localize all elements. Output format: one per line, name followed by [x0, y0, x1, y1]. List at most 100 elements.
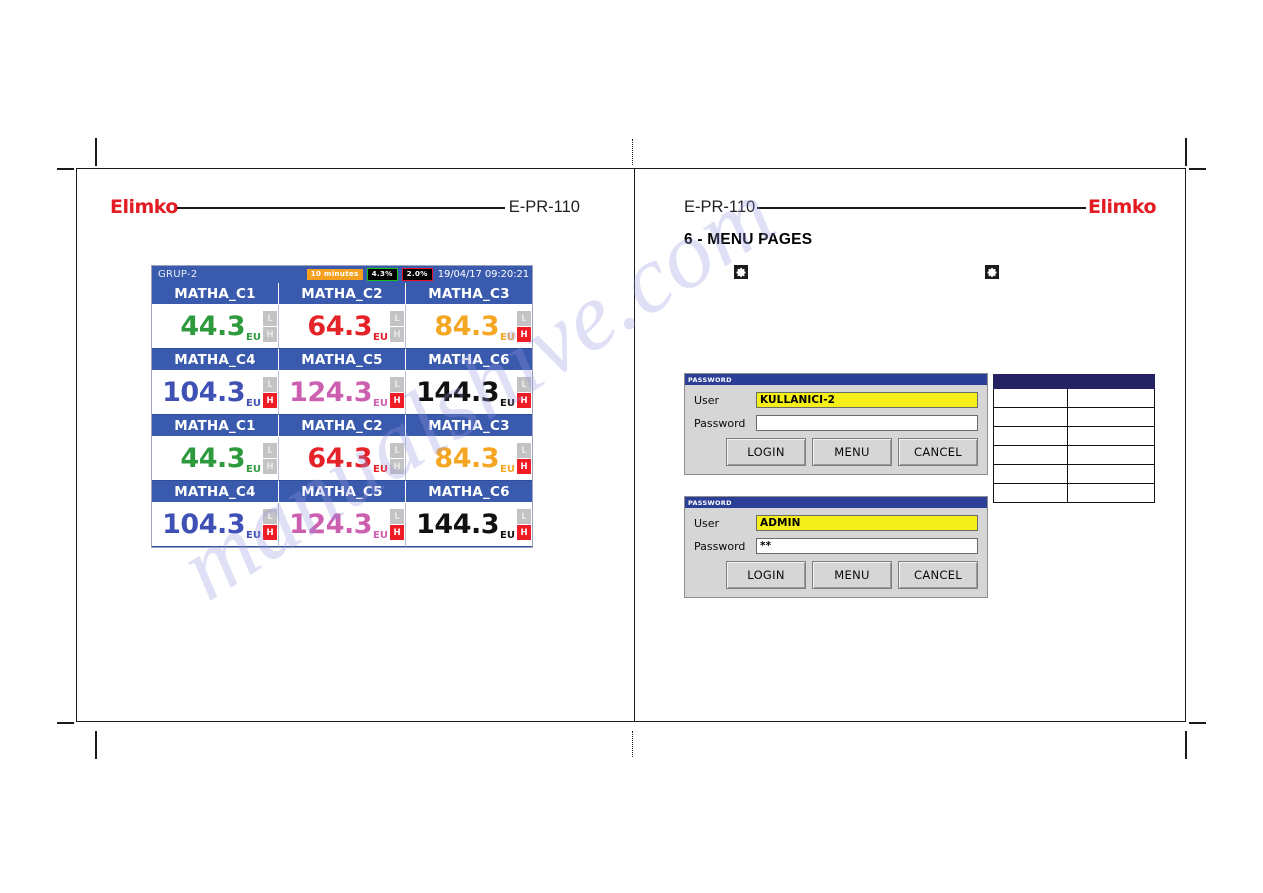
user-input[interactable]: KULLANICI-2	[756, 392, 978, 408]
user-input[interactable]: ADMIN	[756, 515, 978, 531]
table-cell[interactable]	[992, 407, 1069, 427]
channel-tag[interactable]: MATHA_C6	[406, 481, 532, 503]
table-cell[interactable]	[992, 483, 1069, 503]
channel-value: 64.3	[307, 311, 373, 342]
channel-unit: EU	[246, 530, 261, 541]
high-alarm-indicator: H	[517, 393, 531, 408]
password-input[interactable]: **	[756, 538, 978, 554]
channel-tag[interactable]: MATHA_C5	[279, 349, 406, 371]
channel-tag[interactable]: MATHA_C1	[152, 415, 279, 437]
table-cell[interactable]	[1067, 445, 1155, 465]
password-input[interactable]	[756, 415, 978, 431]
channel-tag[interactable]: MATHA_C4	[152, 481, 279, 503]
channel-value-cell[interactable]: 64.3 EU L H	[279, 305, 406, 349]
channel-tag-row: MATHA_C4 MATHA_C5 MATHA_C6	[152, 481, 532, 503]
user-label: User	[694, 393, 720, 407]
low-alarm-indicator: L	[517, 509, 531, 524]
table-cell[interactable]	[992, 445, 1069, 465]
menu-button[interactable]: MENU	[812, 561, 892, 589]
password-dialog: PASSWORD User ADMIN Password ** LOGIN MENU CANC…	[684, 496, 988, 598]
gear-icon-left	[734, 265, 748, 279]
channel-tag[interactable]: MATHA_C5	[279, 481, 406, 503]
channel-value-cell[interactable]: 144.3 EU L H	[406, 503, 532, 547]
channel-tag[interactable]: MATHA_C4	[152, 349, 279, 371]
channel-unit: EU	[373, 530, 388, 541]
channel-unit: EU	[246, 332, 261, 343]
table-cell[interactable]	[1067, 426, 1155, 446]
password-field-row: Password **	[694, 538, 978, 554]
crop-mark-left-bottom	[57, 722, 74, 724]
channel-row: MATHA_C4 MATHA_C5 MATHA_C6 104.3 EU L H 124.3 EU…	[152, 481, 532, 547]
high-alarm-indicator: H	[263, 525, 277, 540]
low-alarm-indicator: L	[263, 377, 277, 392]
header-rule-right	[757, 206, 1087, 209]
channel-row: MATHA_C4 MATHA_C5 MATHA_C6 104.3 EU L H 124.3 EU…	[152, 349, 532, 415]
table-cell[interactable]	[1067, 483, 1155, 503]
channel-value-cell[interactable]: 44.3 EU L H	[152, 437, 279, 481]
channel-tag[interactable]: MATHA_C1	[152, 283, 279, 305]
user-field-row: User ADMIN	[694, 515, 978, 531]
channel-value-row: 104.3 EU L H 124.3 EU L H 144.3 EU L H	[152, 371, 532, 415]
channel-value-cell[interactable]: 44.3 EU L H	[152, 305, 279, 349]
table-cell[interactable]	[992, 388, 1069, 408]
datetime-display: 19/04/17 09:20:21	[437, 269, 529, 280]
crop-mark-left-top	[57, 168, 74, 170]
channel-value-cell[interactable]: 144.3 EU L H	[406, 371, 532, 415]
cancel-button[interactable]: CANCEL	[898, 438, 978, 466]
channel-tag[interactable]: MATHA_C2	[279, 415, 406, 437]
table-cell[interactable]	[1067, 388, 1155, 408]
device-screen: GRUP-2 10 minutes 4.3% 2.0% 19/04/17 09:20…	[151, 265, 533, 548]
table-cell[interactable]	[992, 426, 1069, 446]
channel-tag[interactable]: MATHA_C3	[406, 283, 532, 305]
channel-unit: EU	[500, 464, 515, 475]
channel-value-cell[interactable]: 64.3 EU L H	[279, 437, 406, 481]
low-alarm-indicator: L	[390, 443, 404, 458]
low-alarm-indicator: L	[517, 311, 531, 326]
gear-icon-right	[985, 265, 999, 279]
high-alarm-indicator: H	[517, 525, 531, 540]
channel-unit: EU	[500, 332, 515, 343]
channel-value-cell[interactable]: 84.3 EU L H	[406, 305, 532, 349]
channel-unit: EU	[373, 332, 388, 343]
channel-unit: EU	[246, 398, 261, 409]
login-button[interactable]: LOGIN	[726, 438, 806, 466]
channel-value-cell[interactable]: 104.3 EU L H	[152, 503, 279, 547]
low-alarm-indicator: L	[390, 509, 404, 524]
low-alarm-indicator: L	[390, 377, 404, 392]
channel-row: MATHA_C1 MATHA_C2 MATHA_C3 44.3 EU L H 64.3 EU L H…	[152, 283, 532, 349]
header-rule-left	[176, 206, 505, 209]
table-row	[992, 445, 1155, 465]
table-cell[interactable]	[1067, 464, 1155, 484]
channel-tag[interactable]: MATHA_C6	[406, 349, 532, 371]
high-alarm-indicator: H	[263, 393, 277, 408]
dialog-body: User KULLANICI-2 Password LOGIN MENU CANCEL	[685, 385, 987, 474]
channel-tag[interactable]: MATHA_C3	[406, 415, 532, 437]
page-spine	[634, 168, 636, 722]
login-button[interactable]: LOGIN	[726, 561, 806, 589]
table-cell[interactable]	[992, 464, 1069, 484]
channel-tag[interactable]: MATHA_C2	[279, 283, 406, 305]
model-code-right: E-PR-110	[684, 198, 756, 216]
channel-value: 124.3	[289, 377, 373, 408]
table-row	[992, 464, 1155, 484]
cancel-button[interactable]: CANCEL	[898, 561, 978, 589]
low-alarm-indicator: L	[263, 443, 277, 458]
channel-value-cell[interactable]: 104.3 EU L H	[152, 371, 279, 415]
high-alarm-indicator: H	[390, 393, 404, 408]
channel-value-cell[interactable]: 84.3 EU L H	[406, 437, 532, 481]
header-left: Elimko E-PR-110	[110, 198, 580, 217]
side-table-col-0	[992, 374, 1069, 389]
channel-row: MATHA_C1 MATHA_C2 MATHA_C3 44.3 EU L H 64.3 EU L H…	[152, 415, 532, 481]
crop-mark-bottom-left	[95, 731, 97, 759]
channel-unit: EU	[500, 530, 515, 541]
side-table	[992, 374, 1155, 503]
header-right: E-PR-110 Elimko	[684, 198, 1156, 217]
menu-button[interactable]: MENU	[812, 438, 892, 466]
model-code-left: E-PR-110	[508, 198, 580, 216]
channel-value-cell[interactable]: 124.3 EU L H	[279, 503, 406, 547]
crop-mark-top-center	[632, 139, 634, 165]
channel-value-cell[interactable]: 124.3 EU L H	[279, 371, 406, 415]
high-alarm-indicator: H	[517, 459, 531, 474]
table-cell[interactable]	[1067, 407, 1155, 427]
channel-value: 64.3	[307, 443, 373, 474]
